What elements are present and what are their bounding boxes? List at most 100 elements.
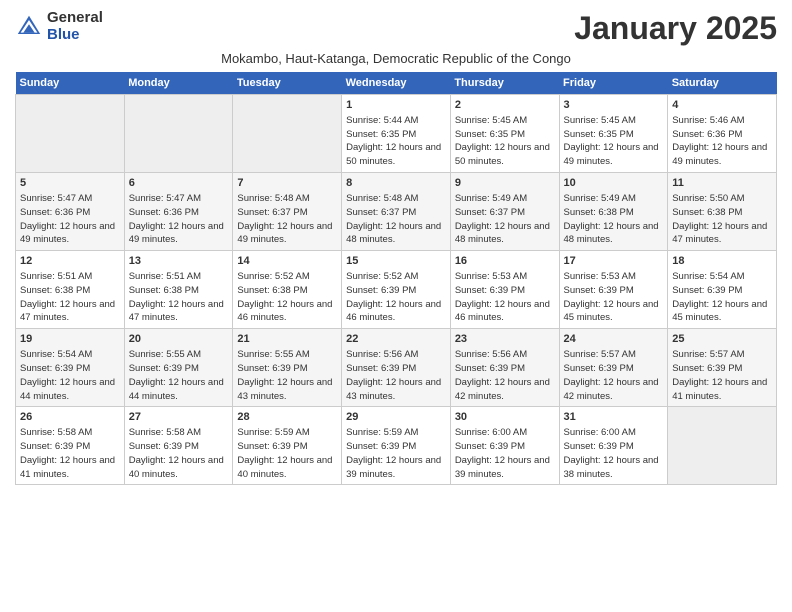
day-number: 24 (564, 332, 664, 347)
calendar-week-4: 19 Sunrise: 5:54 AMSunset: 6:39 PMDayligh… (16, 329, 777, 407)
calendar-cell: 26 Sunrise: 5:58 AMSunset: 6:39 PMDayligh… (16, 407, 125, 485)
day-info: Sunrise: 5:59 AMSunset: 6:39 PMDaylight:… (237, 427, 332, 479)
day-info: Sunrise: 5:52 AMSunset: 6:39 PMDaylight:… (346, 271, 441, 323)
day-number: 10 (564, 176, 664, 191)
calendar-body: 1 Sunrise: 5:44 AMSunset: 6:35 PMDaylight… (16, 95, 777, 485)
calendar-cell: 5 Sunrise: 5:47 AMSunset: 6:36 PMDaylight… (16, 173, 125, 251)
month-title: January 2025 (574, 10, 777, 47)
day-info: Sunrise: 5:48 AMSunset: 6:37 PMDaylight:… (346, 193, 441, 245)
logo-text: General Blue (47, 10, 103, 43)
calendar-cell (233, 95, 342, 173)
calendar-cell: 14Sunrise: 5:52 AMSunset: 6:38 PMDayligh… (233, 251, 342, 329)
day-info: Sunrise: 5:48 AMSunset: 6:37 PMDaylight:… (237, 193, 332, 245)
day-info: Sunrise: 5:49 AMSunset: 6:38 PMDaylight:… (564, 193, 659, 245)
calendar-cell: 30Sunrise: 6:00 AMSunset: 6:39 PMDayligh… (450, 407, 559, 485)
calendar-cell (668, 407, 777, 485)
day-number: 22 (346, 332, 446, 347)
day-info: Sunrise: 5:53 AMSunset: 6:39 PMDaylight:… (564, 271, 659, 323)
calendar-cell: 31 Sunrise: 6:00 AMSunset: 6:39 PMDayligh… (559, 407, 668, 485)
calendar-cell (16, 95, 125, 173)
day-number: 7 (237, 176, 337, 191)
calendar-cell: 20 Sunrise: 5:55 AMSunset: 6:39 PMDayligh… (124, 329, 233, 407)
logo-blue: Blue (47, 27, 103, 44)
calendar-cell: 12 Sunrise: 5:51 AMSunset: 6:38 PMDayligh… (16, 251, 125, 329)
day-info: Sunrise: 5:54 AMSunset: 6:39 PMDaylight:… (20, 349, 115, 401)
day-info: Sunrise: 5:51 AMSunset: 6:38 PMDaylight:… (20, 271, 115, 323)
calendar-cell: 8 Sunrise: 5:48 AMSunset: 6:37 PMDaylight… (342, 173, 451, 251)
calendar-week-5: 26 Sunrise: 5:58 AMSunset: 6:39 PMDayligh… (16, 407, 777, 485)
header-saturday: Saturday (668, 72, 777, 95)
day-number: 21 (237, 332, 337, 347)
subtitle: Mokambo, Haut-Katanga, Democratic Republ… (15, 51, 777, 66)
calendar-cell: 27Sunrise: 5:58 AMSunset: 6:39 PMDayligh… (124, 407, 233, 485)
day-number: 23 (455, 332, 555, 347)
day-number: 31 (564, 410, 664, 425)
calendar-cell: 24 Sunrise: 5:57 AMSunset: 6:39 PMDayligh… (559, 329, 668, 407)
calendar-cell: 29Sunrise: 5:59 AMSunset: 6:39 PMDayligh… (342, 407, 451, 485)
day-info: Sunrise: 5:55 AMSunset: 6:39 PMDaylight:… (129, 349, 224, 401)
day-number: 5 (20, 176, 120, 191)
day-info: Sunrise: 5:59 AMSunset: 6:39 PMDaylight:… (346, 427, 441, 479)
calendar-cell: 7 Sunrise: 5:48 AMSunset: 6:37 PMDaylight… (233, 173, 342, 251)
day-number: 18 (672, 254, 772, 269)
day-info: Sunrise: 6:00 AMSunset: 6:39 PMDaylight:… (455, 427, 550, 479)
calendar-cell: 3Sunrise: 5:45 AMSunset: 6:35 PMDaylight… (559, 95, 668, 173)
calendar-cell: 2Sunrise: 5:45 AMSunset: 6:35 PMDaylight… (450, 95, 559, 173)
day-number: 20 (129, 332, 229, 347)
calendar-cell: 4 Sunrise: 5:46 AMSunset: 6:36 PMDaylight… (668, 95, 777, 173)
weekday-header-row: Sunday Monday Tuesday Wednesday Thursday… (16, 72, 777, 95)
day-number: 13 (129, 254, 229, 269)
day-info: Sunrise: 5:56 AMSunset: 6:39 PMDaylight:… (455, 349, 550, 401)
day-number: 1 (346, 98, 446, 113)
day-info: Sunrise: 6:00 AMSunset: 6:39 PMDaylight:… (564, 427, 659, 479)
day-number: 26 (20, 410, 120, 425)
day-info: Sunrise: 5:46 AMSunset: 6:36 PMDaylight:… (672, 115, 767, 167)
day-info: Sunrise: 5:56 AMSunset: 6:39 PMDaylight:… (346, 349, 441, 401)
calendar-week-3: 12 Sunrise: 5:51 AMSunset: 6:38 PMDayligh… (16, 251, 777, 329)
day-info: Sunrise: 5:49 AMSunset: 6:37 PMDaylight:… (455, 193, 550, 245)
calendar-cell: 19 Sunrise: 5:54 AMSunset: 6:39 PMDayligh… (16, 329, 125, 407)
calendar-table: Sunday Monday Tuesday Wednesday Thursday… (15, 72, 777, 485)
day-info: Sunrise: 5:44 AMSunset: 6:35 PMDaylight:… (346, 115, 441, 167)
day-info: Sunrise: 5:54 AMSunset: 6:39 PMDaylight:… (672, 271, 767, 323)
day-info: Sunrise: 5:57 AMSunset: 6:39 PMDaylight:… (672, 349, 767, 401)
day-info: Sunrise: 5:51 AMSunset: 6:38 PMDaylight:… (129, 271, 224, 323)
header-row: General Blue January 2025 (15, 10, 777, 47)
day-number: 17 (564, 254, 664, 269)
day-info: Sunrise: 5:57 AMSunset: 6:39 PMDaylight:… (564, 349, 659, 401)
calendar-cell: 15 Sunrise: 5:52 AMSunset: 6:39 PMDayligh… (342, 251, 451, 329)
day-info: Sunrise: 5:55 AMSunset: 6:39 PMDaylight:… (237, 349, 332, 401)
day-number: 8 (346, 176, 446, 191)
calendar-cell: 6Sunrise: 5:47 AMSunset: 6:36 PMDaylight… (124, 173, 233, 251)
day-number: 3 (564, 98, 664, 113)
logo-general: General (47, 10, 103, 27)
calendar-cell: 11Sunrise: 5:50 AMSunset: 6:38 PMDayligh… (668, 173, 777, 251)
calendar-cell: 10 Sunrise: 5:49 AMSunset: 6:38 PMDayligh… (559, 173, 668, 251)
calendar-cell: 18 Sunrise: 5:54 AMSunset: 6:39 PMDayligh… (668, 251, 777, 329)
day-number: 4 (672, 98, 772, 113)
calendar-cell: 1 Sunrise: 5:44 AMSunset: 6:35 PMDaylight… (342, 95, 451, 173)
day-number: 25 (672, 332, 772, 347)
day-info: Sunrise: 5:47 AMSunset: 6:36 PMDaylight:… (20, 193, 115, 245)
day-number: 6 (129, 176, 229, 191)
day-number: 19 (20, 332, 120, 347)
calendar-week-1: 1 Sunrise: 5:44 AMSunset: 6:35 PMDaylight… (16, 95, 777, 173)
day-number: 15 (346, 254, 446, 269)
header-tuesday: Tuesday (233, 72, 342, 95)
calendar-cell: 9Sunrise: 5:49 AMSunset: 6:37 PMDaylight… (450, 173, 559, 251)
calendar-cell: 23 Sunrise: 5:56 AMSunset: 6:39 PMDayligh… (450, 329, 559, 407)
day-number: 16 (455, 254, 555, 269)
header-wednesday: Wednesday (342, 72, 451, 95)
day-info: Sunrise: 5:52 AMSunset: 6:38 PMDaylight:… (237, 271, 332, 323)
day-number: 11 (672, 176, 772, 191)
calendar-cell: 17 Sunrise: 5:53 AMSunset: 6:39 PMDayligh… (559, 251, 668, 329)
calendar-cell: 21 Sunrise: 5:55 AMSunset: 6:39 PMDayligh… (233, 329, 342, 407)
calendar-cell: 16 Sunrise: 5:53 AMSunset: 6:39 PMDayligh… (450, 251, 559, 329)
day-info: Sunrise: 5:58 AMSunset: 6:39 PMDaylight:… (20, 427, 115, 479)
header-thursday: Thursday (450, 72, 559, 95)
calendar-cell: 25 Sunrise: 5:57 AMSunset: 6:39 PMDayligh… (668, 329, 777, 407)
day-info: Sunrise: 5:45 AMSunset: 6:35 PMDaylight:… (455, 115, 550, 167)
day-info: Sunrise: 5:53 AMSunset: 6:39 PMDaylight:… (455, 271, 550, 323)
calendar-header: Sunday Monday Tuesday Wednesday Thursday… (16, 72, 777, 95)
day-number: 12 (20, 254, 120, 269)
